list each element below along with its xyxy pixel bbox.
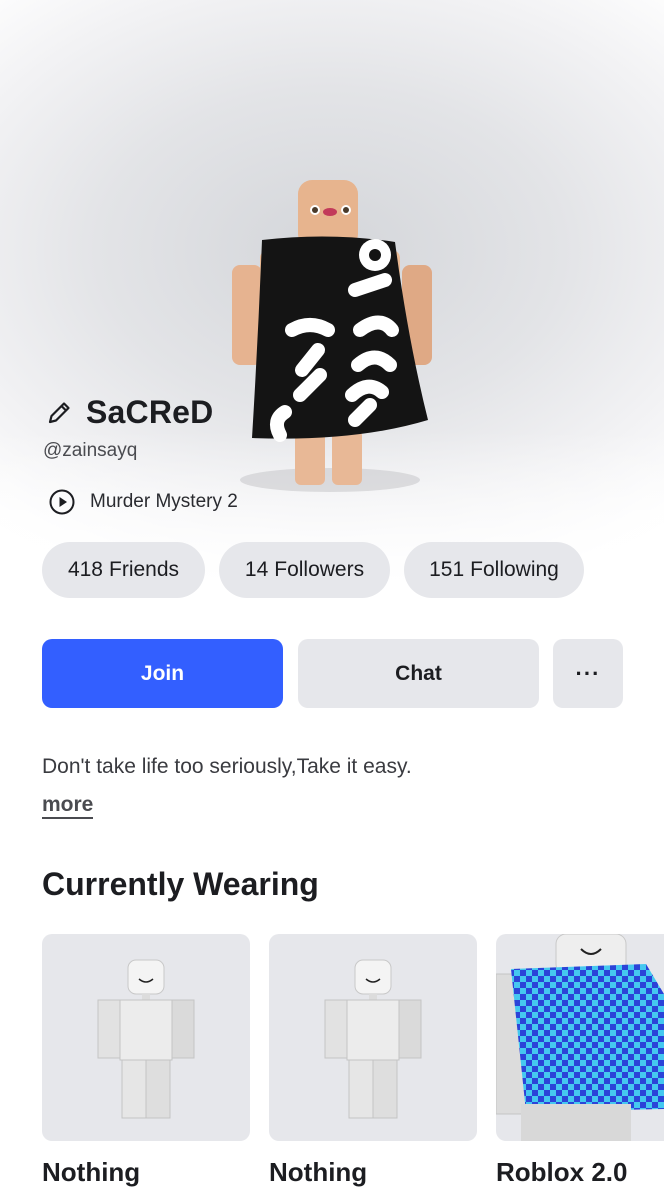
join-button[interactable]: Join xyxy=(42,639,283,708)
currently-wearing-title: Currently Wearing xyxy=(42,866,319,902)
about-text: Don't take life too seriously,Take it ea… xyxy=(42,755,412,778)
friends-label: Friends xyxy=(109,558,180,581)
chat-button[interactable]: Chat xyxy=(298,639,539,708)
wearing-item-name[interactable]: Nothing xyxy=(42,1157,140,1188)
following-pill[interactable]: 151 Following xyxy=(404,542,584,598)
wearing-item-card[interactable] xyxy=(269,934,477,1141)
more-dots-icon: ··· xyxy=(575,660,601,686)
default-avatar-thumbnail xyxy=(97,959,195,1119)
friends-count: 418 xyxy=(67,558,103,581)
wearing-item-name[interactable]: Roblox 2.0 xyxy=(496,1157,627,1188)
following-label: Following xyxy=(470,558,559,581)
wearing-item-card[interactable] xyxy=(496,934,664,1141)
play-circle-icon xyxy=(49,489,75,515)
followers-pill[interactable]: 14 Followers xyxy=(219,542,390,598)
current-game-row[interactable]: Murder Mystery 2 xyxy=(48,488,238,516)
pencil-icon[interactable] xyxy=(44,398,74,428)
username: @zainsayq xyxy=(43,440,138,461)
display-name: SaCReD xyxy=(86,394,214,430)
more-link[interactable]: more xyxy=(42,793,94,819)
wearing-item-card[interactable] xyxy=(42,934,250,1141)
current-game-name: Murder Mystery 2 xyxy=(90,491,238,512)
avatar-3d-render xyxy=(232,180,432,492)
following-count: 151 xyxy=(429,558,465,581)
followers-label: Followers xyxy=(274,558,365,581)
default-avatar-thumbnail xyxy=(324,959,422,1119)
wearing-item-name[interactable]: Nothing xyxy=(269,1157,367,1188)
more-options-button[interactable]: ··· xyxy=(553,639,623,708)
checkered-shirt-thumbnail xyxy=(496,934,664,1141)
followers-count: 14 xyxy=(244,558,269,581)
friends-pill[interactable]: 418 Friends xyxy=(42,542,205,598)
display-name-row: SaCReD xyxy=(44,394,213,431)
